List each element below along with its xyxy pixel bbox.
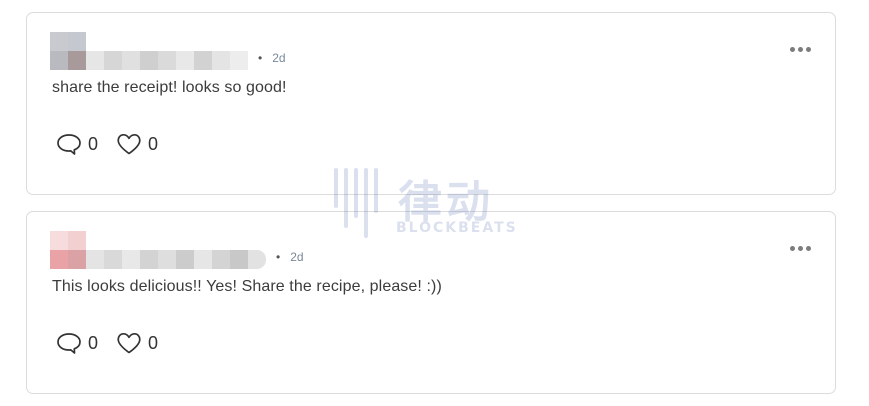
comment-timestamp: 2d: [290, 249, 304, 264]
avatar[interactable]: [50, 231, 86, 269]
comments-page: • 2d share the receipt! looks so good! 0…: [0, 0, 869, 406]
comment-meta: • 2d: [276, 250, 304, 264]
comment-header: • 2d: [50, 231, 304, 269]
meta-separator: •: [276, 249, 281, 264]
meta-separator: •: [258, 50, 263, 65]
heart-icon: [117, 332, 141, 354]
like-count: 0: [148, 332, 159, 353]
more-dot: [806, 47, 811, 52]
author-name-blurred[interactable]: [86, 231, 266, 269]
speech-bubble-icon: [57, 134, 81, 155]
more-dot: [798, 246, 803, 251]
more-options-button[interactable]: [790, 246, 811, 251]
comment-timestamp: 2d: [272, 50, 286, 65]
more-options-button[interactable]: [790, 47, 811, 52]
reply-count: 0: [88, 332, 99, 353]
speech-bubble-icon: [57, 333, 81, 354]
more-horizontal-icon: [790, 246, 795, 251]
like-count: 0: [148, 133, 159, 154]
like-button[interactable]: 0: [116, 132, 158, 156]
author-name-blurred[interactable]: [86, 32, 248, 70]
more-horizontal-icon: [790, 47, 795, 52]
comment-actions: 0 0: [56, 331, 176, 355]
comment-actions: 0 0: [56, 132, 176, 156]
comment-text: share the receipt! looks so good!: [52, 79, 287, 96]
like-button[interactable]: 0: [116, 331, 158, 355]
comment-text: This looks delicious!! Yes! Share the re…: [52, 278, 442, 295]
blurred-author[interactable]: [50, 32, 248, 70]
comment-header: • 2d: [50, 32, 286, 70]
reply-button[interactable]: 0: [56, 132, 98, 156]
avatar[interactable]: [50, 32, 86, 70]
heart-icon: [117, 133, 141, 155]
reply-button[interactable]: 0: [56, 331, 98, 355]
more-dot: [798, 47, 803, 52]
comment-meta: • 2d: [258, 51, 286, 65]
comment-card: • 2d This looks delicious!! Yes! Share t…: [26, 211, 836, 394]
comment-card: • 2d share the receipt! looks so good! 0…: [26, 12, 836, 195]
blurred-author[interactable]: [50, 231, 266, 269]
reply-count: 0: [88, 133, 99, 154]
more-dot: [806, 246, 811, 251]
